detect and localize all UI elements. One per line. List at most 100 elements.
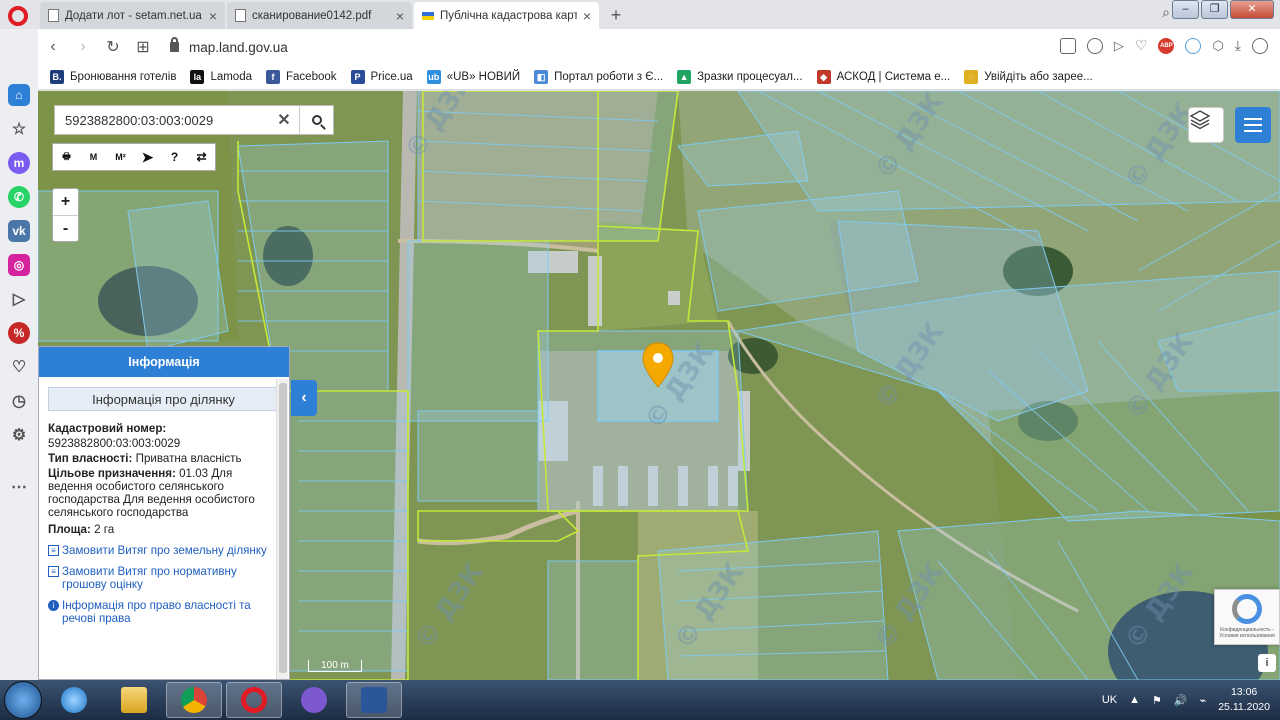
show-hidden-icons[interactable]: ▲: [1129, 694, 1140, 706]
home-icon[interactable]: ⌂: [8, 84, 30, 106]
map-info-button[interactable]: i: [1258, 654, 1276, 672]
messenger-icon[interactable]: m: [8, 152, 30, 174]
ownership-rights-link[interactable]: i Інформація про право власності та речов…: [48, 599, 279, 625]
collapse-panel-button[interactable]: ‹: [291, 380, 317, 416]
account-icon[interactable]: [1252, 37, 1268, 54]
url-field[interactable]: map.land.gov.ua: [170, 37, 288, 55]
scale-bar: 100 m: [308, 660, 362, 672]
tracker-blocker-icon[interactable]: [1086, 37, 1103, 54]
opera-logo-icon[interactable]: [8, 6, 28, 26]
bookmark-item[interactable]: B. Бронювання готелів: [50, 70, 176, 84]
network-icon[interactable]: ⚑: [1152, 694, 1162, 707]
measure-area-icon[interactable]: M²: [107, 144, 134, 170]
document-icon: ≡: [48, 566, 59, 577]
snapshot-icon[interactable]: [1059, 37, 1076, 54]
extension-icon[interactable]: [1185, 37, 1202, 54]
close-window-button[interactable]: ✕: [1230, 0, 1274, 19]
lock-icon[interactable]: [170, 37, 179, 52]
bookmark-item[interactable]: ub «UB» НОВИЙ: [426, 70, 520, 84]
speed-dial-icon[interactable]: ⊞: [128, 37, 158, 57]
info-panel-scrollbar[interactable]: [276, 379, 288, 679]
layers-icon: [1189, 110, 1211, 130]
minimize-button[interactable]: –: [1172, 0, 1199, 19]
clock[interactable]: 13:06 25.11.2020: [1218, 685, 1270, 715]
pointer-icon[interactable]: ➤: [134, 144, 161, 170]
zoom-out-button[interactable]: -: [53, 215, 78, 241]
language-indicator[interactable]: UK: [1102, 694, 1117, 706]
search-icon: [311, 115, 322, 125]
area-row: Площа: 2 га: [48, 523, 115, 536]
back-icon[interactable]: ‹: [38, 38, 68, 56]
print-icon[interactable]: 🖶: [53, 144, 80, 170]
word-icon[interactable]: [346, 682, 402, 718]
history-icon[interactable]: ◷: [8, 390, 30, 412]
order-valuation-extract-link[interactable]: ≡ Замовити Витяг про нормативну грошову о…: [48, 565, 279, 591]
viber-icon[interactable]: [286, 682, 342, 718]
clear-search-icon[interactable]: ✕: [269, 110, 299, 130]
bookmark-item[interactable]: ◧ Портал роботи з Є...: [534, 70, 663, 84]
bookmark-item[interactable]: ◆ АСКОД | Система е...: [816, 70, 950, 84]
search-button[interactable]: [299, 106, 333, 134]
close-icon[interactable]: ×: [209, 8, 217, 24]
clock-time: 13:06: [1230, 686, 1258, 698]
vk-icon[interactable]: vk: [8, 220, 30, 242]
bookmarks-star-icon[interactable]: ☆: [8, 118, 30, 140]
order-land-extract-link[interactable]: ≡ Замовити Витяг про земельну ділянку: [48, 544, 279, 557]
tab-cadastral-map[interactable]: Публічна кадастрова карт ×: [414, 2, 599, 29]
tab-pdf[interactable]: сканирование0142.pdf ×: [227, 2, 412, 29]
cadastral-map[interactable]: © ДЗК © ДЗК © ДЗК © ДЗК © ДЗК © ДЗК © ДЗ…: [38, 91, 1280, 680]
bookmark-icon: B.: [50, 70, 64, 84]
tab-bar: Додати лот - setam.net.ua × сканирование…: [0, 0, 1280, 29]
bookmark-label: Facebook: [286, 71, 337, 83]
send-icon[interactable]: ▷: [1114, 38, 1124, 54]
route-icon[interactable]: ⇄: [188, 144, 215, 170]
discount-icon[interactable]: %: [8, 322, 30, 344]
scrollbar-thumb[interactable]: [279, 383, 287, 673]
tab-setam[interactable]: Додати лот - setam.net.ua ×: [40, 2, 225, 29]
heart-icon[interactable]: ♡: [8, 356, 30, 378]
system-tray: UK ▲ ⚑ 🔊 ⌁ 13:06 25.11.2020: [1102, 680, 1270, 720]
settings-icon[interactable]: ⚙: [8, 424, 30, 446]
send-icon[interactable]: ▷: [8, 288, 30, 310]
bookmark-item[interactable]: ◌ Увійдіть або зарее...: [964, 70, 1093, 84]
info-icon: i: [48, 600, 59, 611]
bookmark-item[interactable]: la Lamoda: [190, 70, 252, 84]
internet-explorer-icon[interactable]: [46, 682, 102, 718]
cadastral-search-input[interactable]: [55, 106, 269, 134]
tab-title: сканирование0142.pdf: [252, 9, 372, 22]
adblock-icon[interactable]: ABP: [1158, 37, 1175, 54]
purpose-row: Цільове призначення: 01.03 Для ведення о…: [48, 467, 255, 519]
recaptcha-badge[interactable]: Конфиденциальность - Условия использован…: [1214, 589, 1280, 645]
bookmark-item[interactable]: ▲ Зразки процесуал...: [677, 70, 803, 84]
more-icon[interactable]: ⋯: [8, 476, 30, 498]
bookmark-icon: ub: [426, 70, 441, 84]
bookmark-icon: f: [266, 70, 280, 84]
file-explorer-icon[interactable]: [106, 682, 162, 718]
whatsapp-icon[interactable]: ✆: [8, 186, 30, 208]
close-icon[interactable]: ×: [583, 8, 591, 24]
reload-icon[interactable]: ↻: [98, 37, 128, 57]
bookmark-icon: ◌: [964, 70, 979, 84]
power-icon[interactable]: ⌁: [1200, 694, 1207, 707]
heart-icon[interactable]: ♡: [1135, 37, 1148, 54]
layers-button[interactable]: [1188, 107, 1224, 143]
chrome-icon[interactable]: [166, 682, 222, 718]
tab-search-icon[interactable]: ⌕: [1162, 4, 1170, 21]
bookmark-item[interactable]: f Facebook: [266, 70, 337, 84]
download-icon[interactable]: ⤓: [1235, 37, 1241, 54]
bookmark-item[interactable]: P Price.ua: [350, 70, 413, 84]
menu-button[interactable]: [1235, 107, 1271, 143]
new-tab-button[interactable]: +: [605, 4, 627, 26]
instagram-icon[interactable]: ◎: [8, 254, 30, 276]
maximize-button[interactable]: ❐: [1201, 0, 1228, 19]
measure-length-icon[interactable]: M: [80, 144, 107, 170]
start-button[interactable]: [4, 681, 42, 719]
opera-icon[interactable]: [226, 682, 282, 718]
close-icon[interactable]: ×: [396, 8, 404, 24]
info-query-icon[interactable]: ?: [161, 144, 188, 170]
cube-icon[interactable]: ⬡: [1212, 38, 1223, 54]
forward-icon[interactable]: ›: [68, 38, 98, 56]
volume-icon[interactable]: 🔊: [1174, 694, 1188, 707]
zoom-in-button[interactable]: +: [53, 189, 78, 215]
address-bar-icons: ▷ ♡ ABP ⬡ ⤓: [1059, 37, 1268, 54]
